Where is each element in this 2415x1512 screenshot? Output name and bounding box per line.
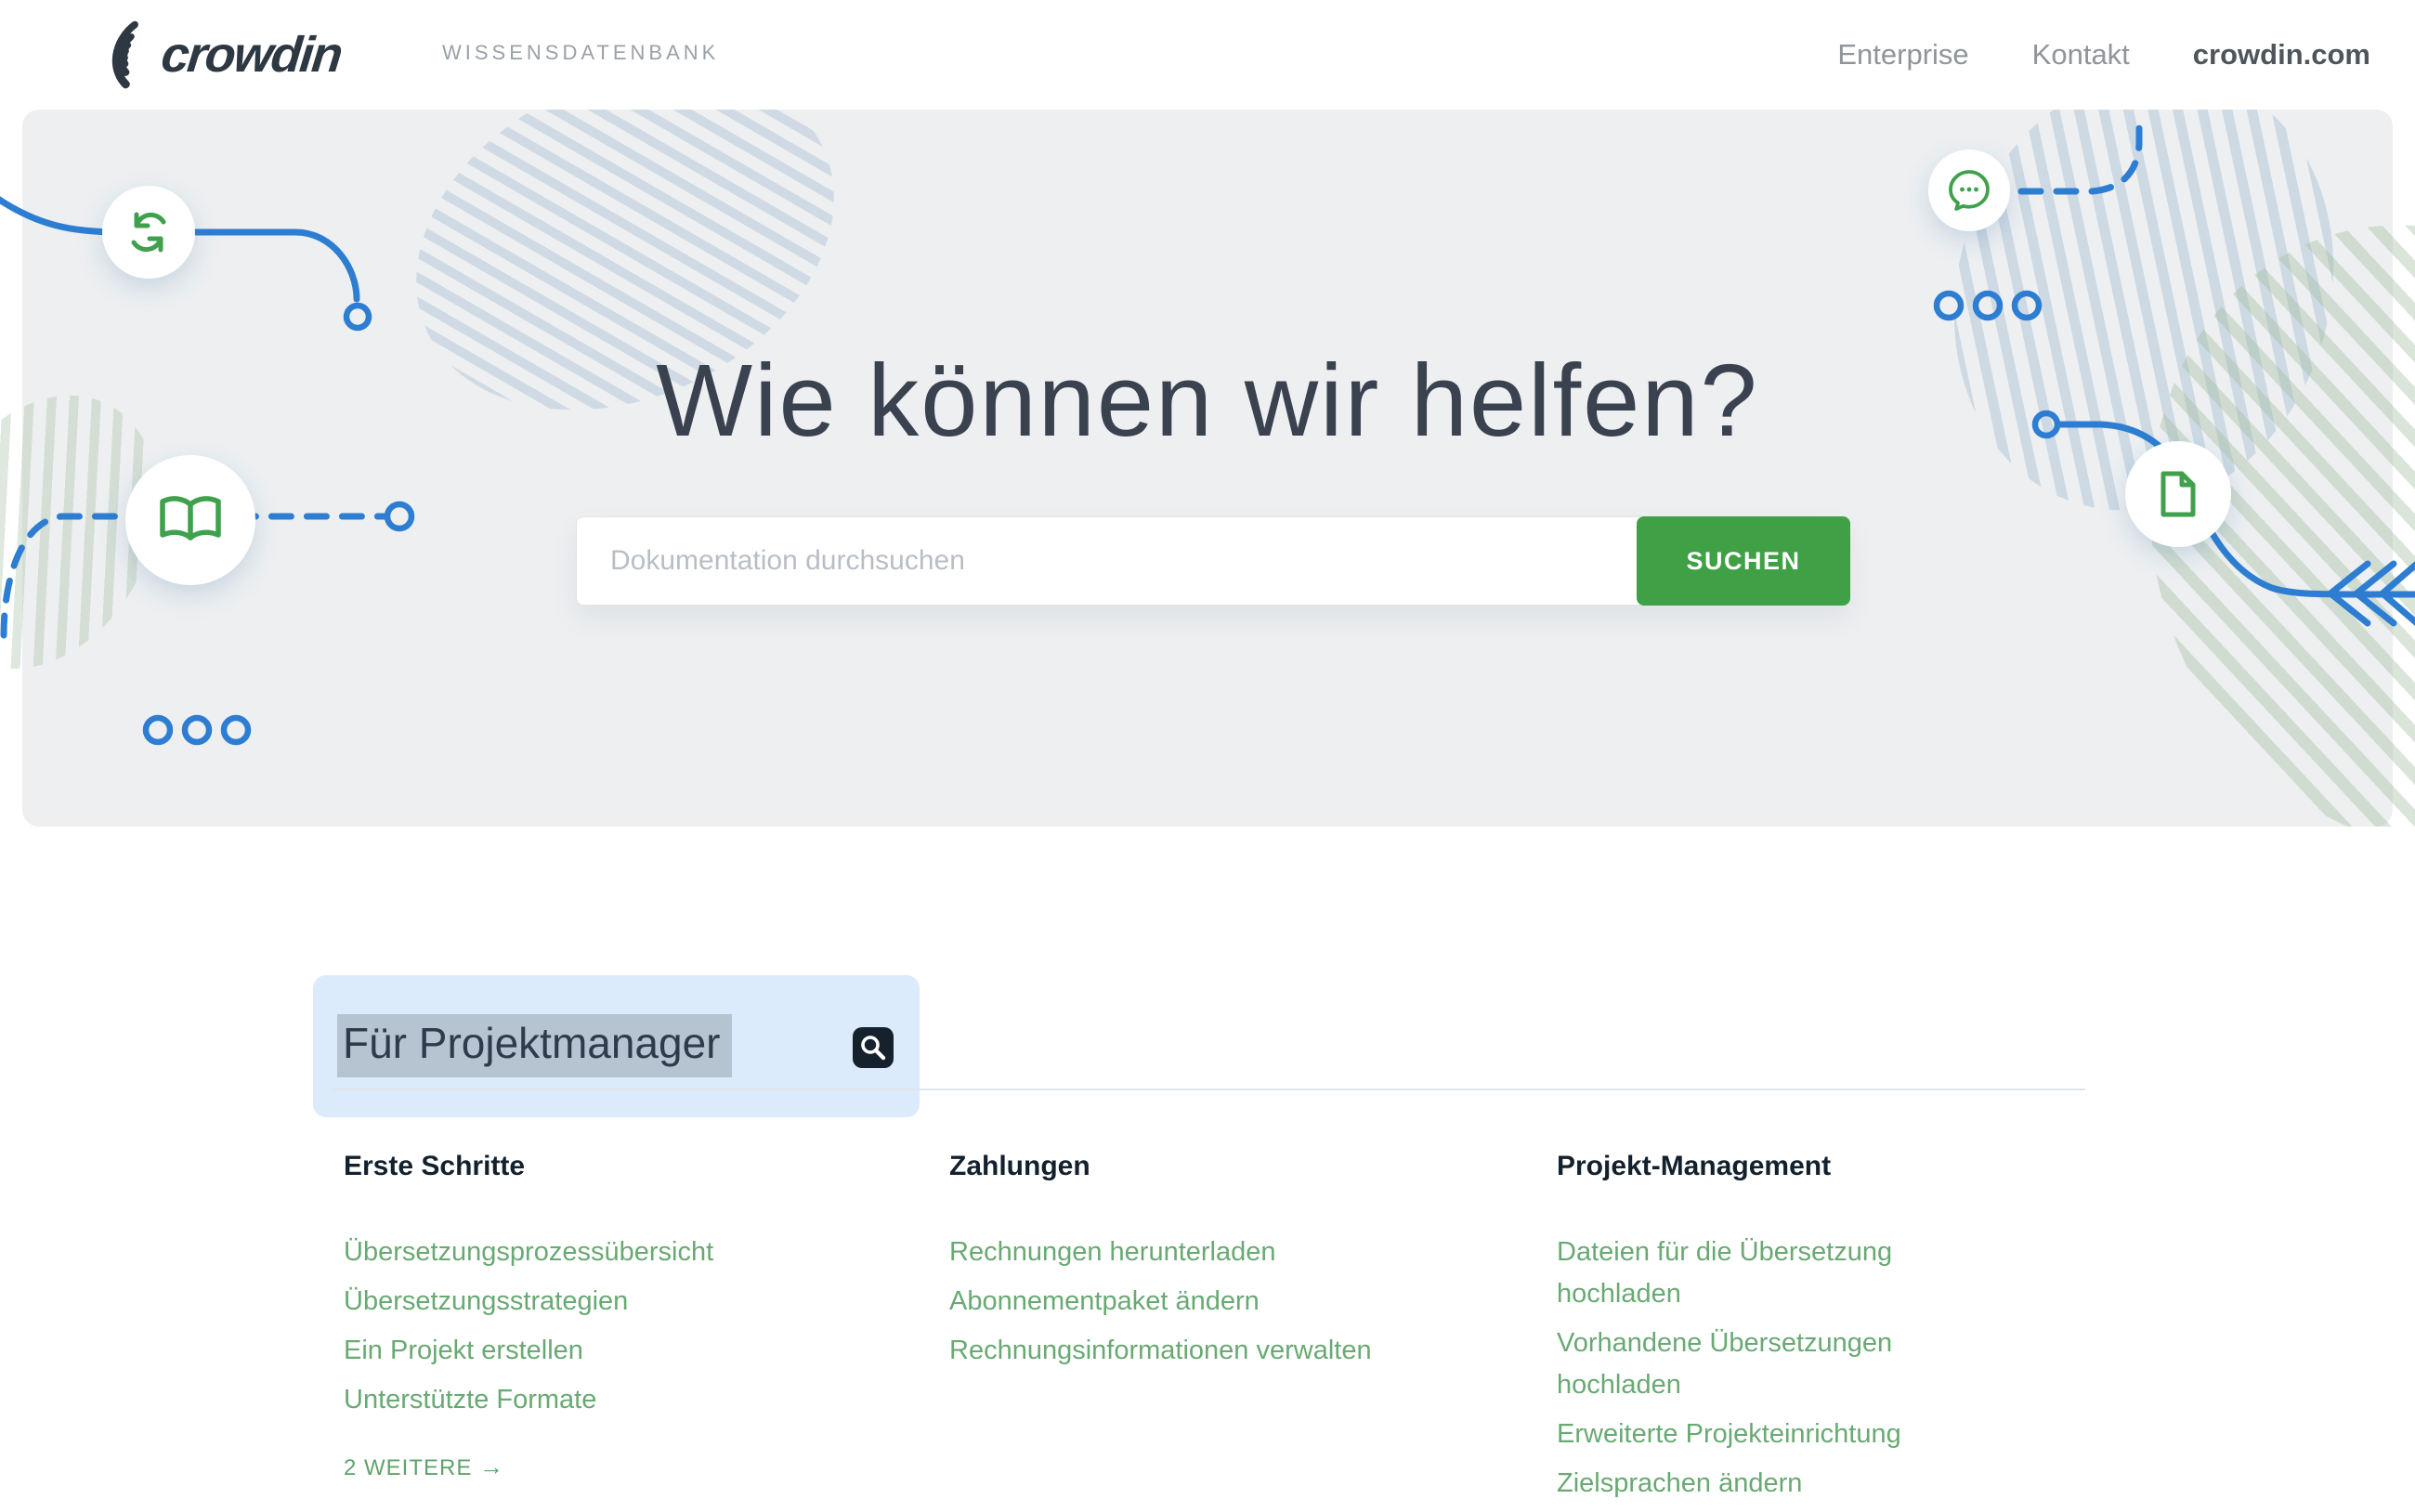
column-zahlungen: Zahlungen Rechnungen herunterladen Abonne… — [949, 1150, 1395, 1379]
knowledge-base-label: WISSENSDATENBANK — [442, 41, 719, 65]
documentation-search: SUCHEN — [576, 516, 1850, 606]
section-search-button[interactable] — [853, 1027, 894, 1068]
top-navigation-bar: crowdin WISSENSDATENBANK Enterprise Kont… — [0, 0, 2415, 110]
article-link[interactable]: Ein Projekt erstellen — [344, 1330, 790, 1372]
article-link[interactable]: Unterstützte Formate — [344, 1379, 790, 1421]
article-link[interactable]: Übersetzungsstrategien — [344, 1281, 790, 1323]
crowdin-logo-icon — [54, 14, 156, 96]
article-link[interactable]: Vorhandene Übersetzungen hochladen — [1557, 1323, 2003, 1406]
column-heading: Projekt-Management — [1557, 1150, 2003, 1183]
more-link[interactable]: 2 WEITERE → — [344, 1453, 790, 1481]
crowdin-logo[interactable]: crowdin — [54, 13, 341, 97]
article-link[interactable]: Rechnungen herunterladen — [949, 1232, 1395, 1273]
arrow-right-icon: → — [479, 1453, 504, 1480]
nav-kontakt[interactable]: Kontakt — [2032, 38, 2130, 72]
hero-panel — [22, 110, 2393, 827]
column-projekt-management: Projekt-Management Dateien für die Übers… — [1557, 1150, 2003, 1512]
search-icon — [855, 1029, 892, 1066]
article-link[interactable]: Zielsprachen ändern — [1557, 1463, 2003, 1505]
article-link[interactable]: Abonnementpaket ändern — [949, 1281, 1395, 1323]
section-title: Für Projektmanager — [337, 1014, 732, 1077]
article-link[interactable]: Übersetzungsprozessübersicht — [344, 1232, 790, 1273]
column-heading: Erste Schritte — [344, 1150, 790, 1183]
column-heading: Zahlungen — [949, 1150, 1395, 1183]
article-links: Dateien für die Übersetzung hochladenVor… — [1557, 1232, 2003, 1505]
article-link[interactable]: Rechnungsinformationen verwalten — [949, 1330, 1395, 1372]
article-link[interactable]: Dateien für die Übersetzung hochladen — [1557, 1232, 2003, 1315]
search-input[interactable] — [576, 516, 1640, 606]
column-erste-schritte: Erste Schritte Übersetzungsprozessübersi… — [344, 1150, 790, 1481]
header-nav: Enterprise Kontakt crowdin.com — [1837, 0, 2370, 110]
search-button[interactable]: SUCHEN — [1637, 516, 1850, 606]
section-divider — [332, 1088, 2085, 1090]
page-title: Wie können wir helfen? — [0, 342, 2415, 460]
article-links: Übersetzungsprozessübersicht Übersetzungs… — [344, 1232, 790, 1421]
nav-enterprise[interactable]: Enterprise — [1837, 38, 1968, 72]
nav-crowdin-com[interactable]: crowdin.com — [2193, 38, 2370, 72]
article-links: Rechnungen herunterladen Abonnementpaket … — [949, 1232, 1395, 1372]
logo-wordmark: crowdin — [159, 26, 345, 84]
article-link[interactable]: Erweiterte Projekteinrichtung — [1557, 1414, 2003, 1455]
